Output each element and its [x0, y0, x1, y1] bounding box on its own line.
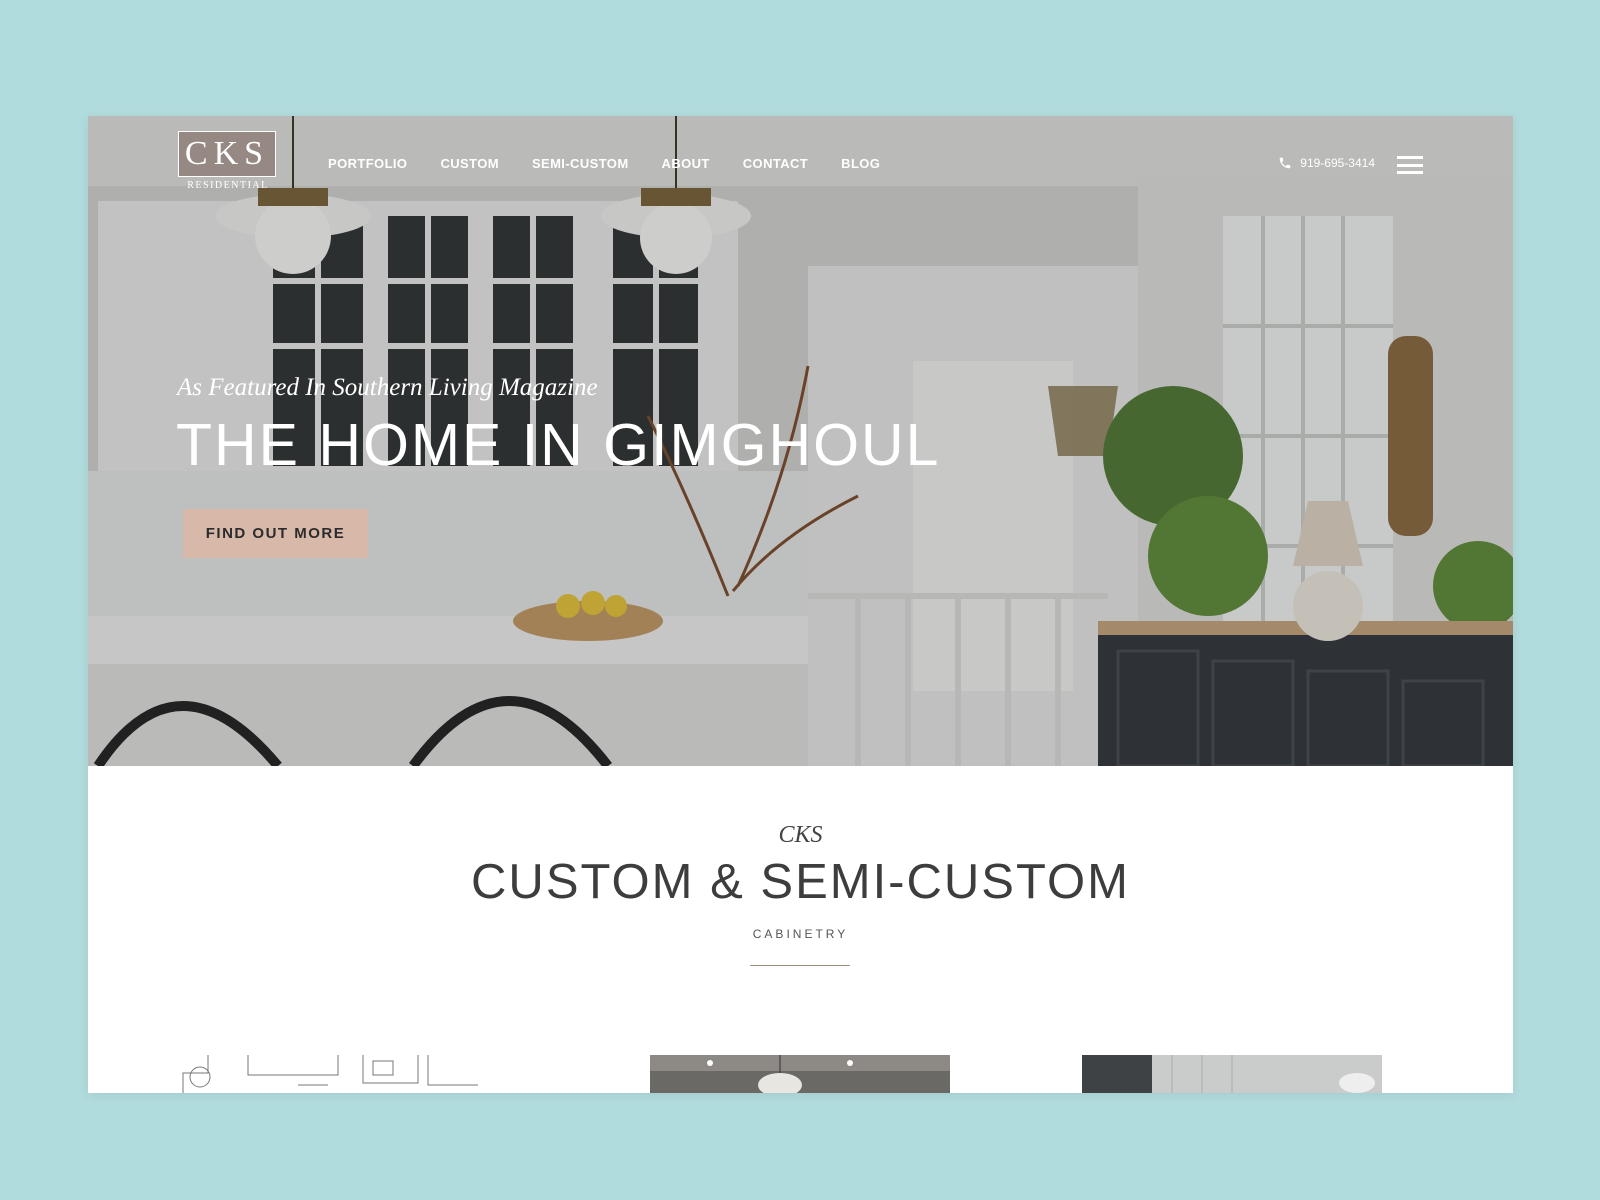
nav-semi-custom[interactable]: SEMI-CUSTOM — [532, 156, 629, 171]
thumbnail-kitchen-2[interactable] — [1082, 1055, 1382, 1093]
nav-portfolio[interactable]: PORTFOLIO — [328, 156, 407, 171]
hero-title: THE HOME IN GIMGHOUL — [176, 412, 941, 478]
hamburger-menu-icon[interactable] — [1397, 156, 1423, 174]
thumbnail-kitchen-1[interactable] — [650, 1055, 950, 1093]
phone-link[interactable]: 919-695-3414 — [1278, 156, 1375, 170]
logo-subtitle: RESIDENTIAL — [187, 180, 269, 191]
phone-icon — [1280, 157, 1291, 169]
logo-mark: CKS — [178, 131, 276, 177]
thumbnail-floorplan[interactable] — [178, 1055, 478, 1093]
section-divider — [750, 965, 850, 966]
page-frame: CKS RESIDENTIAL PORTFOLIO CUSTOM SEMI-CU… — [88, 116, 1513, 1093]
nav-blog[interactable]: BLOG — [841, 156, 880, 171]
phone-number: 919-695-3414 — [1300, 156, 1375, 170]
hero-banner: CKS RESIDENTIAL PORTFOLIO CUSTOM SEMI-CU… — [88, 116, 1513, 766]
nav-custom[interactable]: CUSTOM — [440, 156, 499, 171]
section-subtitle: CABINETRY — [752, 927, 849, 941]
find-out-more-button[interactable]: FIND OUT MORE — [183, 509, 368, 558]
nav-contact[interactable]: CONTACT — [743, 156, 808, 171]
nav-about[interactable]: ABOUT — [662, 156, 710, 171]
section-kicker: CKS — [778, 822, 823, 848]
section-title: CUSTOM & SEMI-CUSTOM — [471, 855, 1130, 909]
cks-logo[interactable]: CKS RESIDENTIAL — [178, 131, 278, 195]
featured-tagline: As Featured In Southern Living Magazine — [177, 374, 598, 401]
main-nav: PORTFOLIO CUSTOM SEMI-CUSTOM ABOUT CONTA… — [328, 156, 913, 171]
